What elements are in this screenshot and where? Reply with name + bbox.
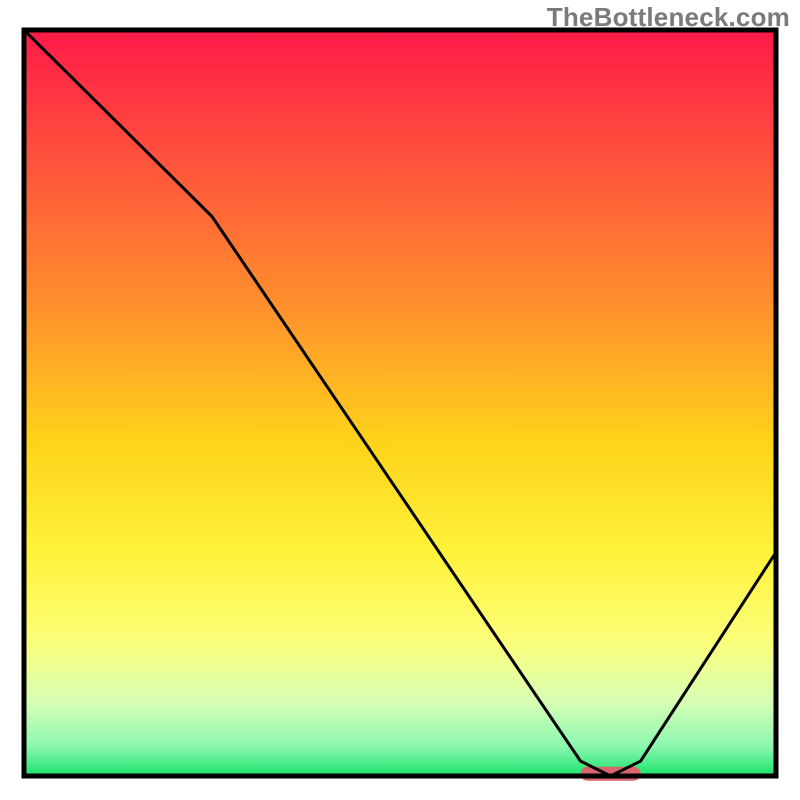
watermark-text: TheBottleneck.com [547,2,790,33]
chart-container: TheBottleneck.com [0,0,800,800]
chart-svg [0,0,800,800]
